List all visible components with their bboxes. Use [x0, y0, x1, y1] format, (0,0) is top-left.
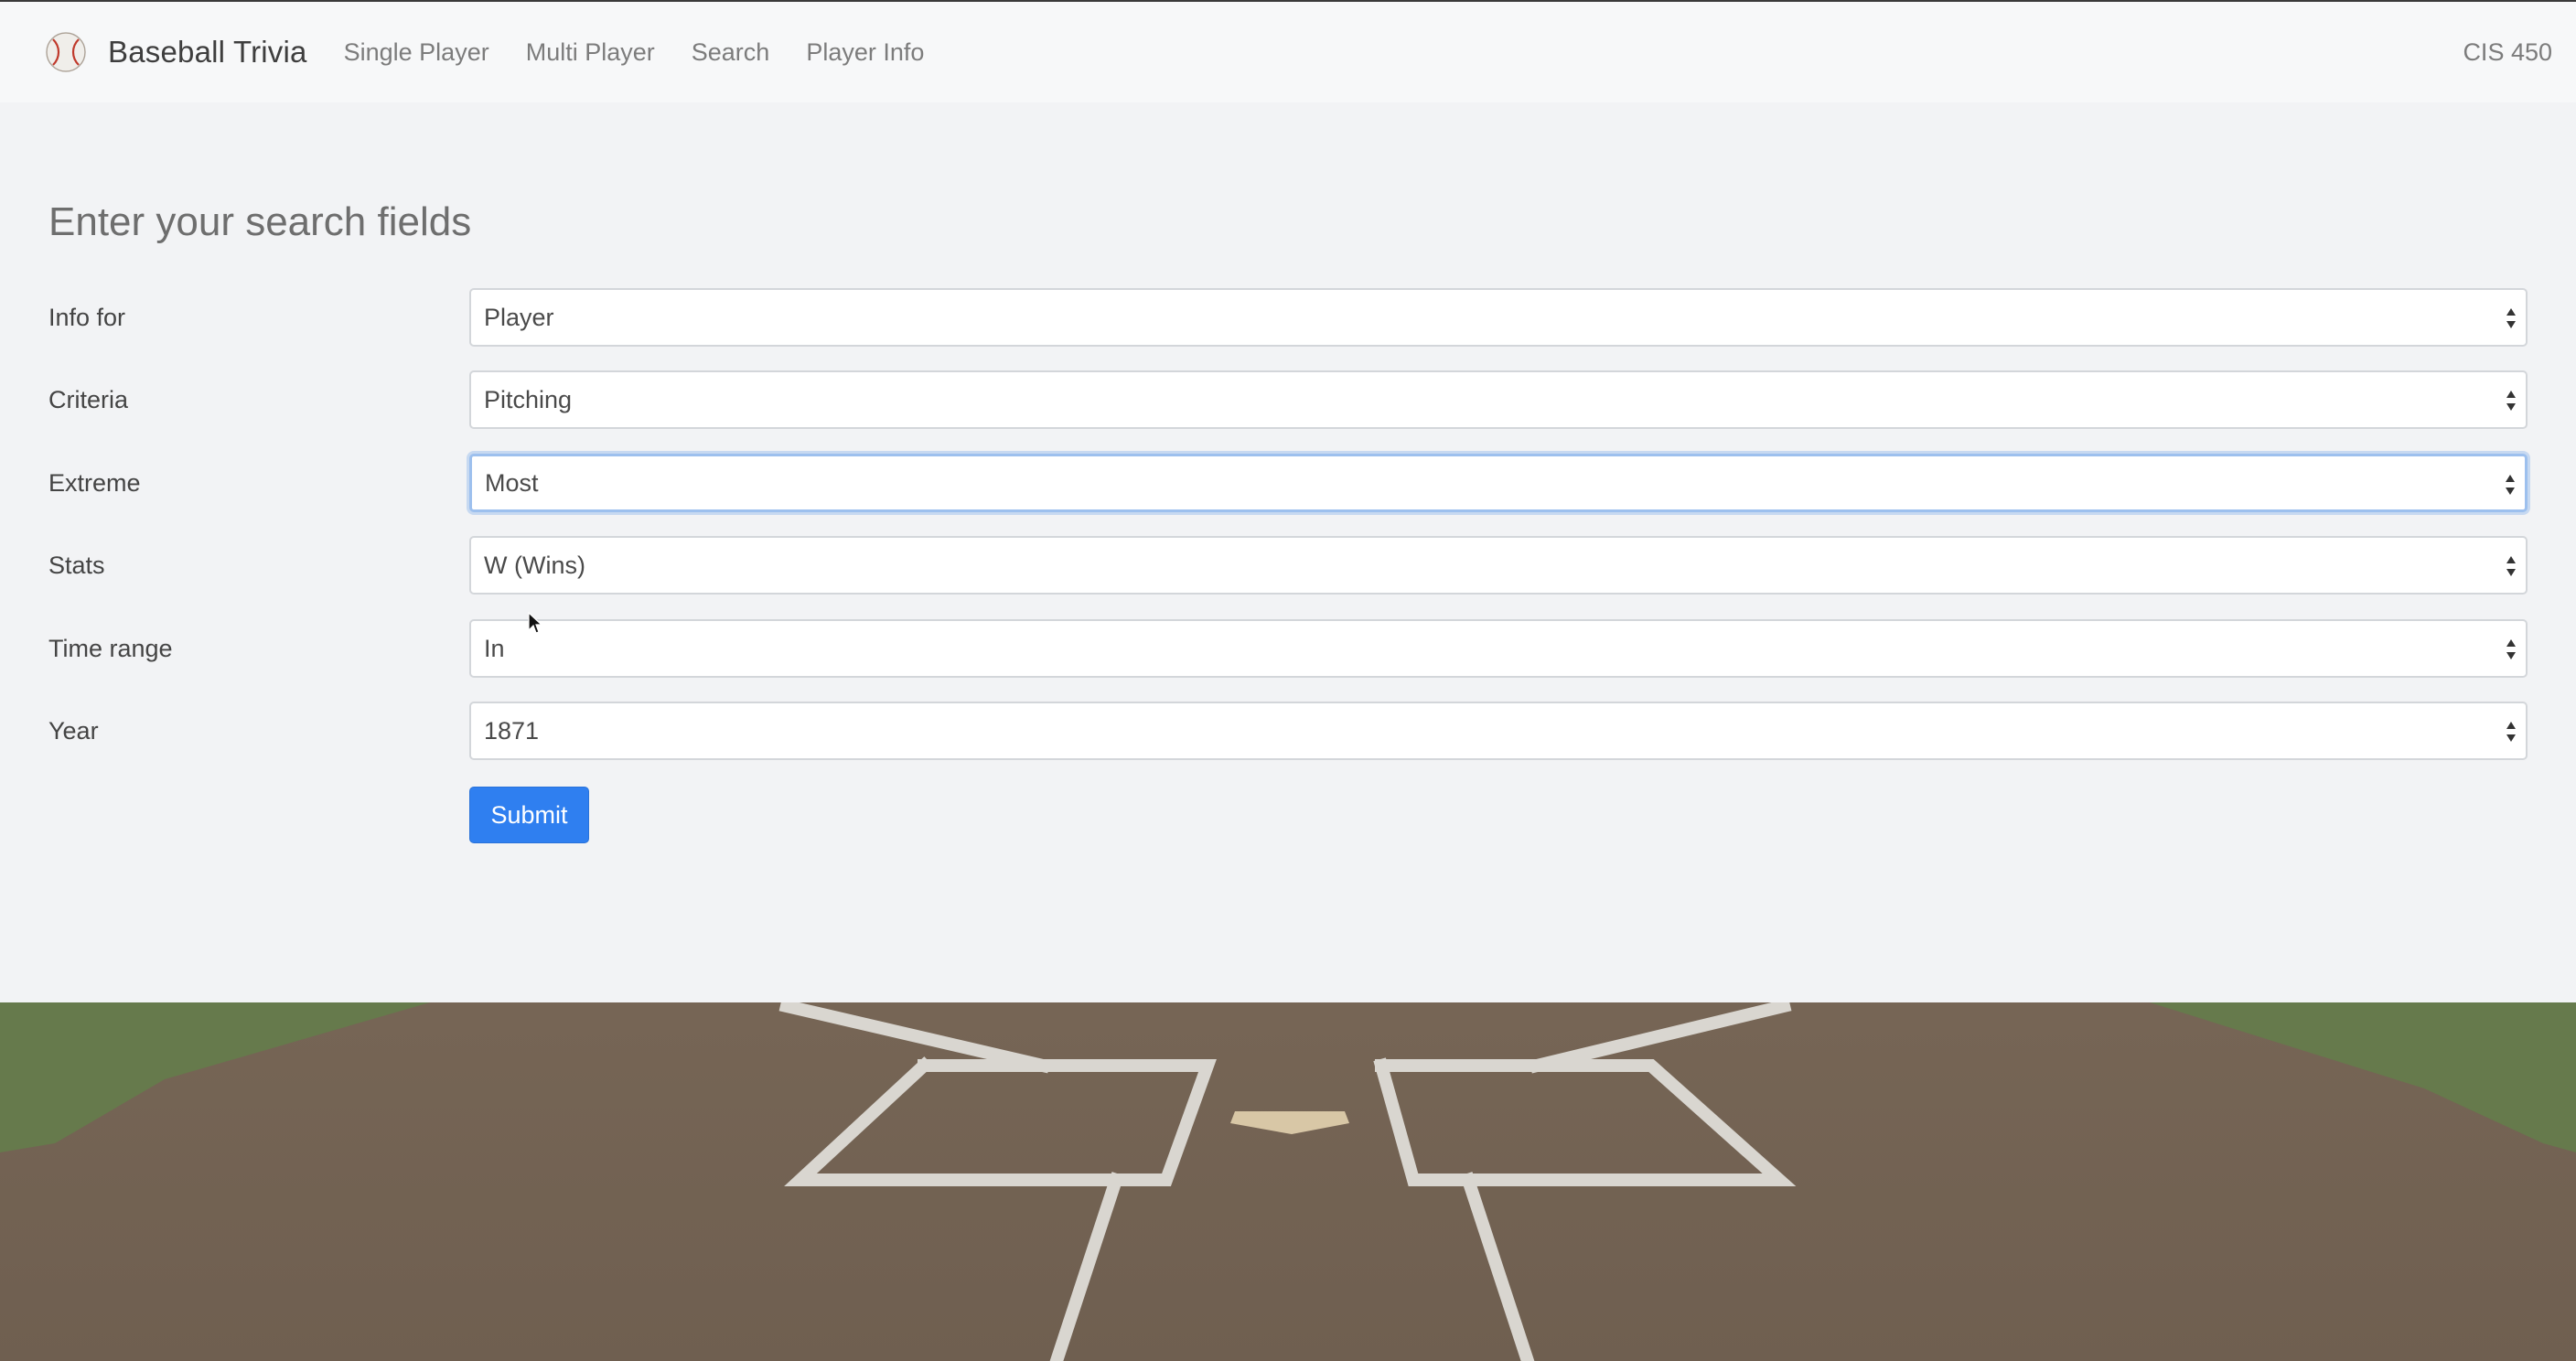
form-row-time-range: Time range In [48, 619, 2528, 678]
updown-caret-icon [2506, 391, 2516, 411]
form-row-extreme: Extreme Most [48, 454, 2528, 512]
form-row-year: Year 1871 [48, 702, 2528, 760]
year-label: Year [48, 716, 99, 745]
updown-caret-icon [2506, 475, 2515, 495]
info-for-label: Info for [48, 303, 126, 331]
year-select[interactable]: 1871 [469, 702, 2528, 760]
criteria-label: Criteria [48, 385, 129, 413]
updown-caret-icon [2506, 308, 2516, 328]
baseball-icon [46, 32, 86, 72]
extreme-label: Extreme [48, 468, 141, 497]
time-range-value: In [484, 634, 505, 662]
time-range-label: Time range [48, 634, 173, 662]
extreme-select[interactable]: Most [469, 454, 2528, 512]
brand-title: Baseball Trivia [108, 35, 307, 69]
nav-links: Single Player Multi Player Search Player… [344, 38, 961, 67]
info-for-select[interactable]: Player [469, 288, 2528, 347]
mouse-pointer-icon [528, 612, 542, 634]
criteria-select[interactable]: Pitching [469, 370, 2528, 429]
updown-caret-icon [2506, 556, 2516, 576]
extreme-value: Most [485, 468, 539, 497]
form-row-info-for: Info for Player [48, 288, 2528, 347]
brand-link[interactable]: Baseball Trivia [44, 30, 307, 74]
nav-multi-player[interactable]: Multi Player [526, 38, 655, 67]
updown-caret-icon [2506, 639, 2516, 659]
form-row-stats: Stats W (Wins) [48, 536, 2528, 595]
form-row-criteria: Criteria Pitching [48, 370, 2528, 429]
stats-select[interactable]: W (Wins) [469, 536, 2528, 595]
stats-value: W (Wins) [484, 551, 585, 579]
time-range-select[interactable]: In [469, 619, 2528, 678]
criteria-value: Pitching [484, 385, 573, 413]
stats-label: Stats [48, 551, 105, 579]
search-panel: Enter your search fields Info for Player… [0, 102, 2576, 1002]
nav-single-player[interactable]: Single Player [344, 38, 489, 67]
year-value: 1871 [484, 716, 540, 745]
top-navbar: Baseball Trivia Single Player Multi Play… [0, 0, 2576, 102]
nav-search[interactable]: Search [692, 38, 770, 67]
nav-player-info[interactable]: Player Info [806, 38, 924, 67]
updown-caret-icon [2506, 722, 2516, 742]
page-title: Enter your search fields [48, 199, 472, 244]
submit-button[interactable]: Submit [469, 787, 589, 843]
info-for-value: Player [484, 303, 554, 331]
course-label[interactable]: CIS 450 [2463, 38, 2552, 67]
